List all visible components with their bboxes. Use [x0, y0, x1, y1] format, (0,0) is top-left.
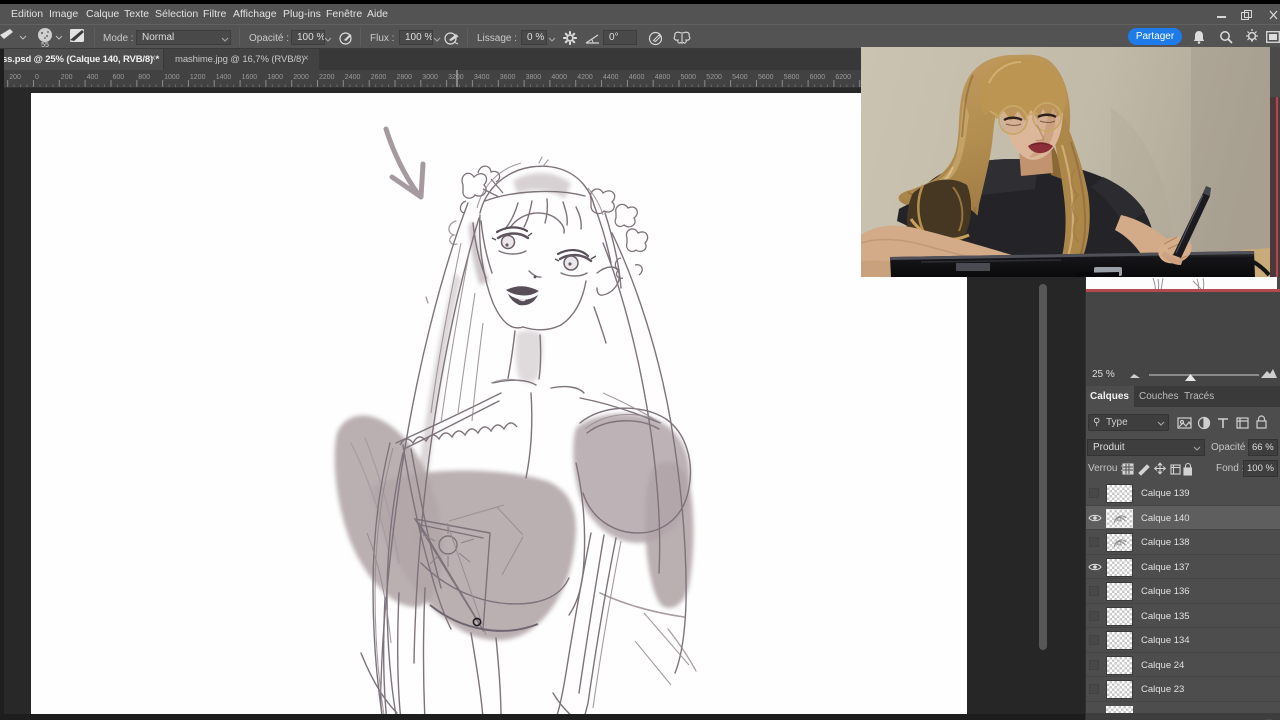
svg-text:4000: 4000	[551, 74, 567, 81]
svg-text:3600: 3600	[500, 74, 516, 81]
svg-text:5200: 5200	[706, 74, 722, 81]
svg-text:2000: 2000	[293, 74, 309, 81]
svg-text:3200: 3200	[448, 74, 464, 81]
svg-text:1600: 1600	[242, 74, 258, 81]
svg-text:3000: 3000	[422, 74, 438, 81]
svg-text:200: 200	[9, 74, 21, 81]
svg-text:4800: 4800	[655, 74, 671, 81]
svg-text:200: 200	[61, 74, 73, 81]
svg-text:2200: 2200	[319, 74, 335, 81]
svg-text:600: 600	[113, 74, 125, 81]
svg-text:4600: 4600	[629, 74, 645, 81]
svg-text:3400: 3400	[474, 74, 490, 81]
svg-text:1200: 1200	[190, 74, 206, 81]
svg-text:5400: 5400	[732, 74, 748, 81]
svg-text:0: 0	[35, 74, 39, 81]
svg-text:400: 400	[87, 74, 99, 81]
svg-text:2800: 2800	[397, 74, 413, 81]
svg-text:4200: 4200	[577, 74, 593, 81]
svg-text:55: 55	[41, 42, 49, 48]
svg-text:5600: 5600	[758, 74, 774, 81]
svg-text:6200: 6200	[835, 74, 851, 81]
svg-text:6000: 6000	[810, 74, 826, 81]
svg-text:5000: 5000	[681, 74, 697, 81]
svg-text:1800: 1800	[267, 74, 283, 81]
svg-text:800: 800	[138, 74, 150, 81]
svg-text:4400: 4400	[603, 74, 619, 81]
svg-text:5800: 5800	[784, 74, 800, 81]
svg-text:2600: 2600	[371, 74, 387, 81]
svg-text:2400: 2400	[345, 74, 361, 81]
svg-text:1400: 1400	[216, 74, 232, 81]
svg-text:1000: 1000	[164, 74, 180, 81]
svg-text:3800: 3800	[526, 74, 542, 81]
